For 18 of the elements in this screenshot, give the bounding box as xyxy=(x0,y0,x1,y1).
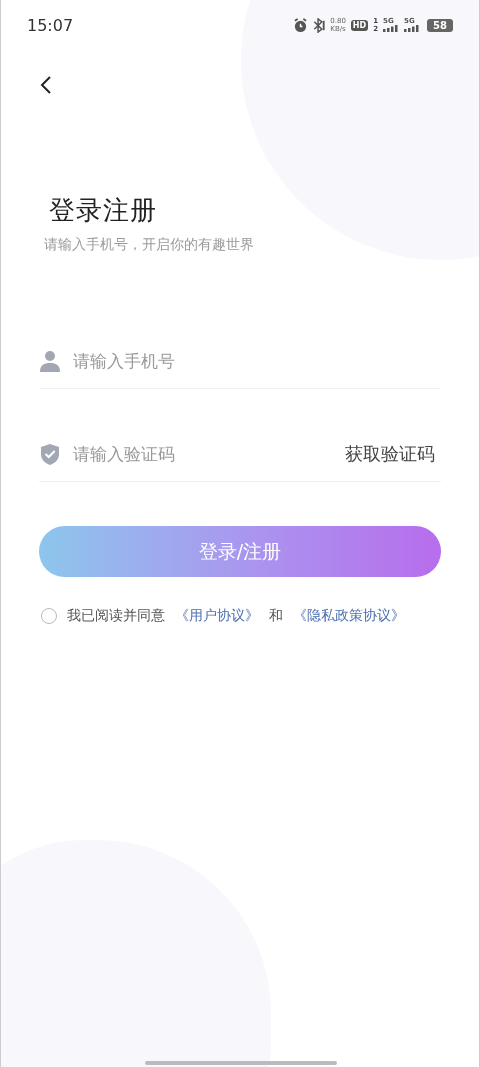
agreement-link[interactable]: 《隐私政策协议》 xyxy=(293,607,405,625)
back-icon[interactable] xyxy=(39,75,53,95)
phone-field[interactable]: 请输入手机号 xyxy=(73,351,273,371)
agreement-link[interactable]: 《用户协议》 xyxy=(175,607,259,625)
person-icon xyxy=(39,350,61,372)
agreement-text: 我已阅读并同意 xyxy=(67,607,165,625)
bluetooth-icon xyxy=(313,17,326,33)
status-time: 15:07 xyxy=(27,15,74,35)
page-subtitle: 请输入手机号，开启你的有趣世界 xyxy=(44,236,255,254)
page-title: 登录注册 xyxy=(49,194,158,227)
signal-icon xyxy=(404,25,421,32)
get-code-link[interactable]: 获取验证码 xyxy=(345,442,435,466)
alarm-icon xyxy=(293,17,309,33)
hd-badge: HD xyxy=(350,19,369,31)
signal-icon xyxy=(383,25,400,32)
code-field[interactable]: 请输入验证码 xyxy=(73,444,273,464)
shield-check-icon xyxy=(39,443,61,465)
agreement-text: 和 xyxy=(269,607,283,625)
